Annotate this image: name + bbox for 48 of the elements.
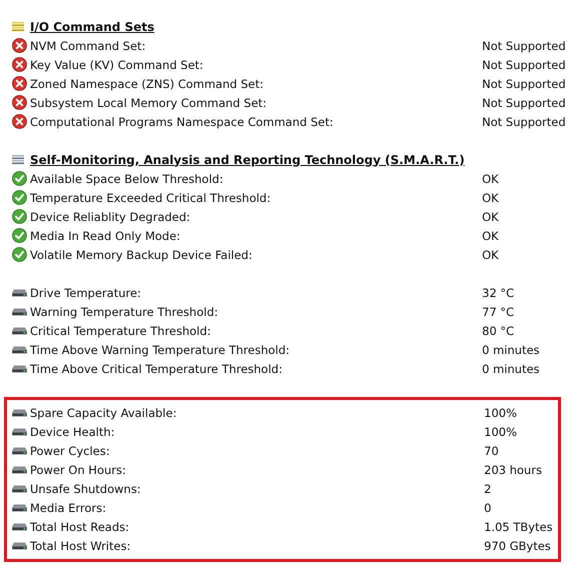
field-value: OK xyxy=(482,228,499,242)
field-value: OK xyxy=(482,172,499,186)
field-label: Power Cycles: xyxy=(30,444,111,458)
field-label: Power On Hours: xyxy=(30,462,127,476)
field-value: 77 °C xyxy=(482,304,514,318)
field-value: 70 xyxy=(484,444,499,458)
field-label: Spare Capacity Available: xyxy=(30,406,178,420)
field-value: 2 xyxy=(484,482,492,496)
field-value: 0 xyxy=(484,500,492,514)
field-label: Device Health: xyxy=(30,424,116,438)
field-value: 32 °C xyxy=(482,286,514,300)
field-label: Device Reliablity Degraded: xyxy=(30,210,192,224)
field-label: Media In Read Only Mode: xyxy=(30,228,182,242)
field-value: Not Supported xyxy=(482,114,566,128)
field-label: Total Host Reads: xyxy=(30,520,130,534)
field-label: Drive Temperature: xyxy=(30,286,142,300)
field-value: 0 minutes xyxy=(482,362,540,376)
field-label: Subsystem Local Memory Command Set: xyxy=(30,96,268,110)
field-value: Not Supported xyxy=(482,76,566,90)
field-label: Media Errors: xyxy=(30,500,108,514)
field-value: OK xyxy=(482,210,499,224)
field-value: 80 °C xyxy=(482,324,514,338)
field-value: Not Supported xyxy=(482,38,566,52)
field-label: Unsafe Shutdowns: xyxy=(30,482,142,496)
field-value: 203 hours xyxy=(484,462,542,476)
field-label: Total Host Writes: xyxy=(30,538,132,552)
section-heading: Self-Monitoring, Analysis and Reporting Technology (S.M.A.R.T.) xyxy=(30,152,465,166)
field-value: 100% xyxy=(484,424,517,438)
field-label: Time Above Critical Temperature Threshold: xyxy=(30,362,284,376)
field-value: Not Supported xyxy=(482,58,566,72)
field-value: 1.05 TBytes xyxy=(484,520,553,534)
field-label: Volatile Memory Backup Device Failed: xyxy=(30,248,254,262)
field-label: Available Space Below Threshold: xyxy=(30,172,224,186)
field-label: Zoned Namespace (ZNS) Command Set: xyxy=(30,76,264,90)
field-label: NVM Command Set: xyxy=(30,38,147,52)
field-label: Time Above Warning Temperature Threshold: xyxy=(30,342,291,356)
field-label: Computational Programs Namespace Command Set: xyxy=(30,114,334,128)
field-value: OK xyxy=(482,248,499,262)
section-heading: I/O Command Sets xyxy=(30,20,154,34)
field-value: OK xyxy=(482,190,499,204)
field-label: Key Value (KV) Command Set: xyxy=(30,58,204,72)
field-label: Warning Temperature Threshold: xyxy=(30,304,219,318)
field-label: Critical Temperature Threshold: xyxy=(30,324,212,338)
field-value: Not Supported xyxy=(482,96,566,110)
field-label: Temperature Exceeded Critical Threshold: xyxy=(30,190,272,204)
field-value: 100% xyxy=(484,406,517,420)
field-value: 970 GBytes xyxy=(484,538,551,552)
field-value: 0 minutes xyxy=(482,342,540,356)
